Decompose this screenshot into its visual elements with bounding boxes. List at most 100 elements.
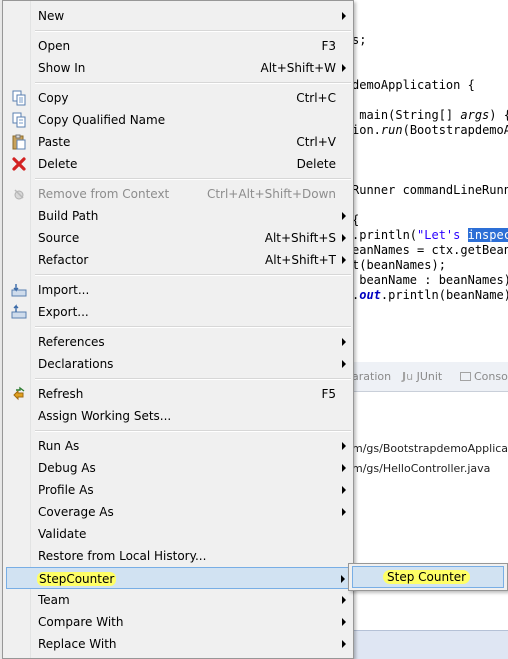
- menu-separator: [35, 274, 351, 276]
- menu-separator: [35, 326, 351, 328]
- tab-console[interactable]: Conso: [460, 370, 508, 383]
- menu-item-shortcut: Ctrl+Alt+Shift+Down: [206, 187, 336, 201]
- menu-item-copy[interactable]: Copy Ctrl+C: [6, 87, 352, 109]
- menu-item-refactor[interactable]: Refactor Alt+Shift+T: [6, 249, 352, 271]
- menu-item-open[interactable]: Open F3: [6, 35, 352, 57]
- submenu-arrow-icon: [342, 486, 346, 494]
- menu-item-export[interactable]: Export...: [6, 301, 352, 323]
- menu-separator: [35, 30, 351, 32]
- code-line: eanNames = ctx.getBeanD: [352, 243, 508, 257]
- step-counter-label: Step Counter: [383, 570, 471, 584]
- menu-item-label: References: [38, 335, 105, 349]
- submenu-arrow-icon: [342, 64, 346, 72]
- tab-console-label: Conso: [474, 370, 508, 383]
- delete-icon: [11, 156, 27, 172]
- menu-item-run-as[interactable]: Run As: [6, 435, 352, 457]
- code-token: beanName : beanNames): [352, 273, 508, 287]
- submenu-arrow-icon: [342, 508, 346, 516]
- submenu-arrow-icon: [342, 338, 346, 346]
- code-line: demoApplication {: [352, 78, 475, 92]
- menu-item-source[interactable]: Source Alt+Shift+S: [6, 227, 352, 249]
- menu-item-label: Declarations: [38, 357, 114, 371]
- menu-item-show-in[interactable]: Show In Alt+Shift+W: [6, 57, 352, 79]
- menu-item-new[interactable]: New: [6, 5, 352, 27]
- menu-item-assign-working-sets[interactable]: Assign Working Sets...: [6, 405, 352, 427]
- menu-item-label: Run As: [38, 439, 80, 453]
- menu-item-shortcut: F5: [321, 387, 336, 401]
- menu-item-replace-with[interactable]: Replace With: [6, 633, 352, 655]
- menu-item-validate[interactable]: Validate: [6, 523, 352, 545]
- import-icon: [11, 282, 27, 298]
- submenu-arrow-icon: [342, 596, 346, 604]
- code-token: out: [359, 288, 381, 302]
- submenu-arrow-icon: [341, 575, 345, 583]
- menu-item-shortcut: Alt+Shift+W: [260, 61, 337, 75]
- menu-item-copy-qualified-name[interactable]: Copy Qualified Name: [6, 109, 352, 131]
- code-token: "Let's: [417, 228, 468, 242]
- menu-item-shortcut: Alt+Shift+T: [265, 253, 336, 267]
- menu-item-label: Compare With: [38, 615, 124, 629]
- code-line: t(beanNames);: [352, 258, 446, 272]
- menu-item-paste[interactable]: Paste Ctrl+V: [6, 131, 352, 153]
- menu-item-shortcut: Delete: [296, 157, 336, 171]
- menu-separator: [35, 430, 351, 432]
- submenu-arrow-icon: [342, 442, 346, 450]
- submenu-arrow-icon: [342, 640, 346, 648]
- step-counter-menu-item[interactable]: Step Counter: [352, 566, 504, 588]
- context-menu: New Open F3 Show In Alt+Shift+W Copy Ctrl+C Cop…: [2, 0, 354, 659]
- menu-item-delete[interactable]: Delete Delete: [6, 153, 352, 175]
- panel-tab-bar: aration Ju JUnit Conso: [352, 362, 508, 392]
- code-line: .out.println(beanName);: [352, 288, 508, 302]
- menu-item-declarations[interactable]: Declarations: [6, 353, 352, 375]
- copy-icon: [11, 90, 27, 106]
- code-token: ion.: [352, 123, 381, 137]
- menu-item-refresh[interactable]: Refresh F5: [6, 383, 352, 405]
- submenu-arrow-icon: [342, 234, 346, 242]
- menu-item-label: New: [38, 9, 65, 23]
- menu-separator: [35, 82, 351, 84]
- code-token: .println(: [352, 228, 418, 242]
- menu-separator: [35, 178, 351, 180]
- code-token: (BootstrapdemoAp: [402, 123, 508, 137]
- tab-junit[interactable]: Ju JUnit: [402, 370, 442, 383]
- menu-item-stepcounter[interactable]: StepCounter: [6, 567, 352, 589]
- console-icon: [460, 372, 471, 381]
- menu-item-import[interactable]: Import...: [6, 279, 352, 301]
- menu-item-restore-from-local-history[interactable]: Restore from Local History...: [6, 545, 352, 567]
- submenu-arrow-icon: [342, 256, 346, 264]
- menu-item-references[interactable]: References: [6, 331, 352, 353]
- tab-declaration[interactable]: aration: [352, 370, 391, 383]
- code-token: ) {: [489, 108, 508, 122]
- panel-row[interactable]: m/gs/BootstrapdemoApplicat: [352, 442, 508, 455]
- submenu-arrow-icon: [342, 12, 346, 20]
- menu-item-label: Source: [38, 231, 80, 245]
- code-token: eanNames = ctx.getBeanD: [352, 243, 508, 257]
- menu-item-coverage-as[interactable]: Coverage As: [6, 501, 352, 523]
- menu-item-debug-as[interactable]: Debug As: [6, 457, 352, 479]
- menu-item-profile-as[interactable]: Profile As: [6, 479, 352, 501]
- menu-item-label: Refresh: [38, 387, 84, 401]
- code-line: main(String[] args) {: [352, 108, 508, 122]
- menu-item-compare-with[interactable]: Compare With: [6, 611, 352, 633]
- code-token: Runner commandLineRunne: [352, 183, 508, 197]
- menu-separator: [35, 378, 351, 380]
- menu-item-team[interactable]: Team: [6, 589, 352, 611]
- menu-item-label: Team: [38, 593, 70, 607]
- junit-icon-sub: u: [406, 370, 414, 383]
- menu-item-build-path[interactable]: Build Path: [6, 205, 352, 227]
- code-line: s;: [352, 33, 366, 47]
- menu-item-label: Open: [38, 39, 71, 53]
- code-line: ion.run(BootstrapdemoAp: [352, 123, 508, 137]
- menu-item-label: Coverage As: [38, 505, 114, 519]
- code-token: demoApplication {: [352, 78, 475, 92]
- code-line: beanName : beanNames): [352, 273, 508, 287]
- copy-qualified-name-icon: [11, 112, 27, 128]
- submenu-arrow-icon: [342, 464, 346, 472]
- code-token: .println(beanName);: [380, 288, 508, 302]
- panel-row[interactable]: m/gs/HelloController.java: [352, 462, 490, 475]
- code-line: .println("Let's inspect: [352, 228, 508, 242]
- menu-item-shortcut: Alt+Shift+S: [264, 231, 336, 245]
- stepcounter-submenu: Step Counter: [348, 563, 508, 591]
- menu-item-label: Copy Qualified Name: [38, 113, 166, 127]
- submenu-arrow-icon: [342, 618, 346, 626]
